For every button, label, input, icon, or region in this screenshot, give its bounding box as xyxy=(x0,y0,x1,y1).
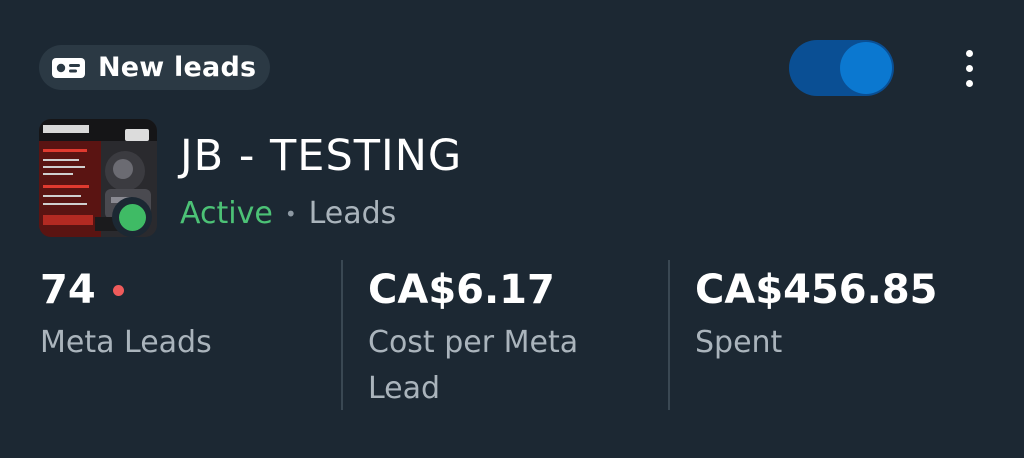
metric-label: Cost per Meta Lead xyxy=(368,325,579,406)
metric-value: CA$6.17 xyxy=(368,260,648,320)
lead-form-icon xyxy=(52,57,85,78)
metric-value: 74 xyxy=(40,260,330,320)
metric-label: Spent xyxy=(695,325,783,360)
dot xyxy=(965,79,973,87)
metric-cost-per-lead: CA$6.17 Cost per Meta Lead xyxy=(368,260,648,412)
meta-separator: • xyxy=(284,202,297,226)
new-leads-badge: New leads xyxy=(39,45,271,90)
metric-meta-leads: 74 Meta Leads xyxy=(40,260,330,366)
metric-value-text: 74 xyxy=(40,267,96,313)
metric-label: Meta Leads xyxy=(40,325,212,360)
dot xyxy=(965,64,973,72)
divider xyxy=(341,260,343,410)
more-vertical-icon[interactable] xyxy=(950,44,988,92)
active-status-dot xyxy=(112,197,152,237)
divider xyxy=(668,260,670,410)
dot xyxy=(965,49,973,57)
ad-status: Active xyxy=(180,196,273,231)
alert-dot xyxy=(112,284,124,296)
ad-thumbnail[interactable] xyxy=(39,119,157,237)
metric-value: CA$456.85 xyxy=(695,260,995,320)
metric-value-text: CA$456.85 xyxy=(695,267,938,313)
ad-card[interactable]: New leads JB - TESTING Active • Leads 74… xyxy=(0,0,1024,458)
ad-objective: Leads xyxy=(308,196,397,231)
ad-name[interactable]: JB - TESTING xyxy=(180,130,462,182)
metric-value-text: CA$6.17 xyxy=(368,267,555,313)
metric-spent: CA$456.85 Spent xyxy=(695,260,995,366)
badge-label: New leads xyxy=(98,52,257,83)
ad-toggle-switch[interactable] xyxy=(789,40,894,96)
ad-meta: Active • Leads xyxy=(180,193,396,235)
toggle-knob xyxy=(840,42,892,94)
